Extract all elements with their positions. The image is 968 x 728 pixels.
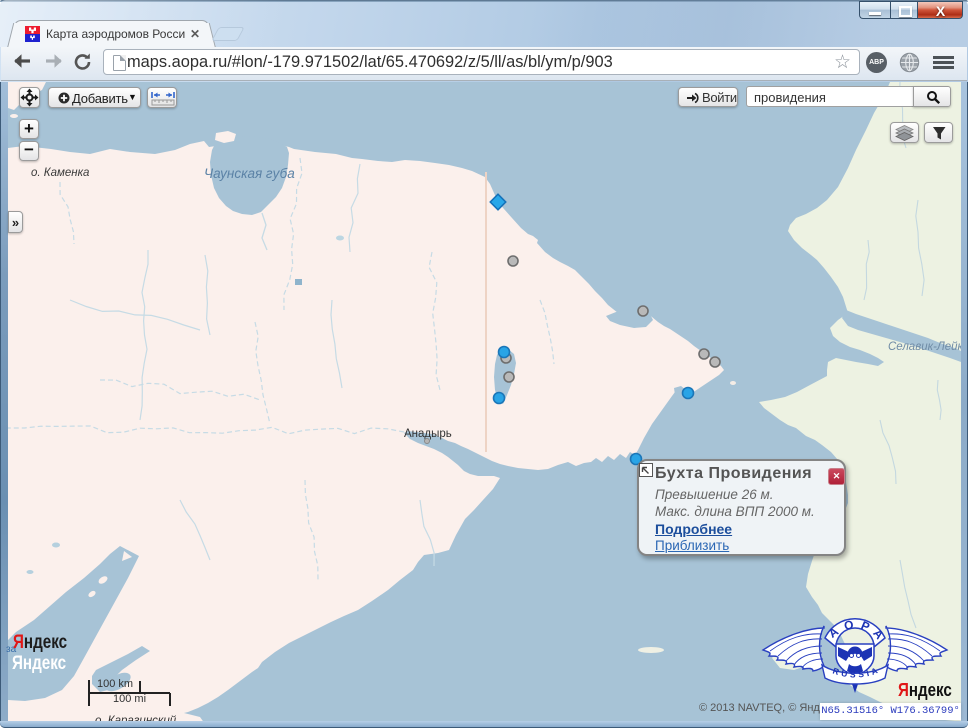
- svg-text:о. Каменка: о. Каменка: [31, 167, 89, 179]
- svg-text:Селавик-Лейк: Селавик-Лейк: [888, 341, 961, 353]
- svg-text:Чаунская губа: Чаунская губа: [204, 166, 295, 181]
